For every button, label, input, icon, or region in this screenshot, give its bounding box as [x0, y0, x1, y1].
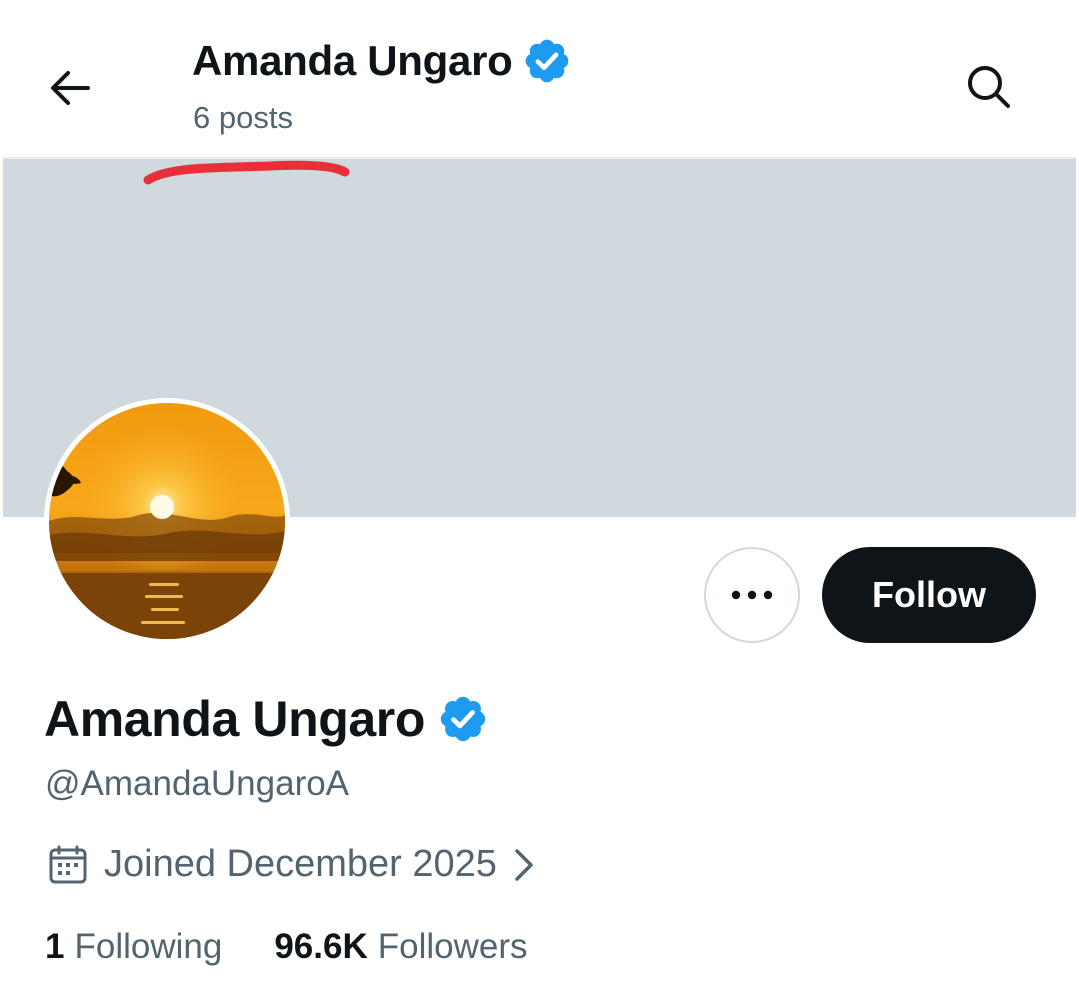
joined-date: Joined December 2025: [104, 843, 497, 885]
chevron-right-icon: [515, 848, 533, 881]
profile-stats: 1 Following 96.6K Followers: [45, 927, 528, 967]
following-link[interactable]: 1 Following: [45, 927, 222, 967]
verified-badge-icon: [526, 39, 569, 83]
followers-count: 96.6K: [274, 927, 368, 966]
red-underline-annotation: [143, 160, 350, 185]
followers-link[interactable]: 96.6K Followers: [274, 927, 527, 967]
profile-name: Amanda Ungaro: [44, 691, 425, 747]
calendar-icon: [49, 845, 87, 883]
followers-label: Followers: [377, 927, 528, 966]
avatar[interactable]: [44, 398, 290, 644]
header-post-count: 6 posts: [193, 100, 293, 135]
more-horizontal-icon: [731, 590, 773, 600]
verified-badge-icon[interactable]: [437, 693, 489, 745]
avatar-image: [49, 403, 285, 639]
sunset-image: [49, 403, 285, 639]
header-title-row: Amanda Ungaro: [192, 36, 572, 86]
joined-date-row[interactable]: Joined December 2025: [48, 843, 535, 886]
follow-button[interactable]: Follow: [822, 547, 1036, 643]
profile-page: Amanda Ungaro 6 posts Follow Amanda Unga…: [0, 0, 1079, 996]
profile-handle: @AmandaUngaroA: [45, 764, 350, 803]
following-count: 1: [45, 927, 65, 966]
top-header: Amanda Ungaro 6 posts: [0, 0, 1079, 157]
profile-name-row: Amanda Ungaro: [44, 690, 489, 748]
arrow-left-icon: [51, 71, 90, 105]
header-name: Amanda Ungaro: [192, 37, 513, 84]
more-options-button[interactable]: [704, 547, 800, 643]
search-button[interactable]: [958, 56, 1020, 118]
search-icon: [968, 66, 1010, 108]
back-button[interactable]: [40, 58, 100, 118]
following-label: Following: [74, 927, 223, 966]
